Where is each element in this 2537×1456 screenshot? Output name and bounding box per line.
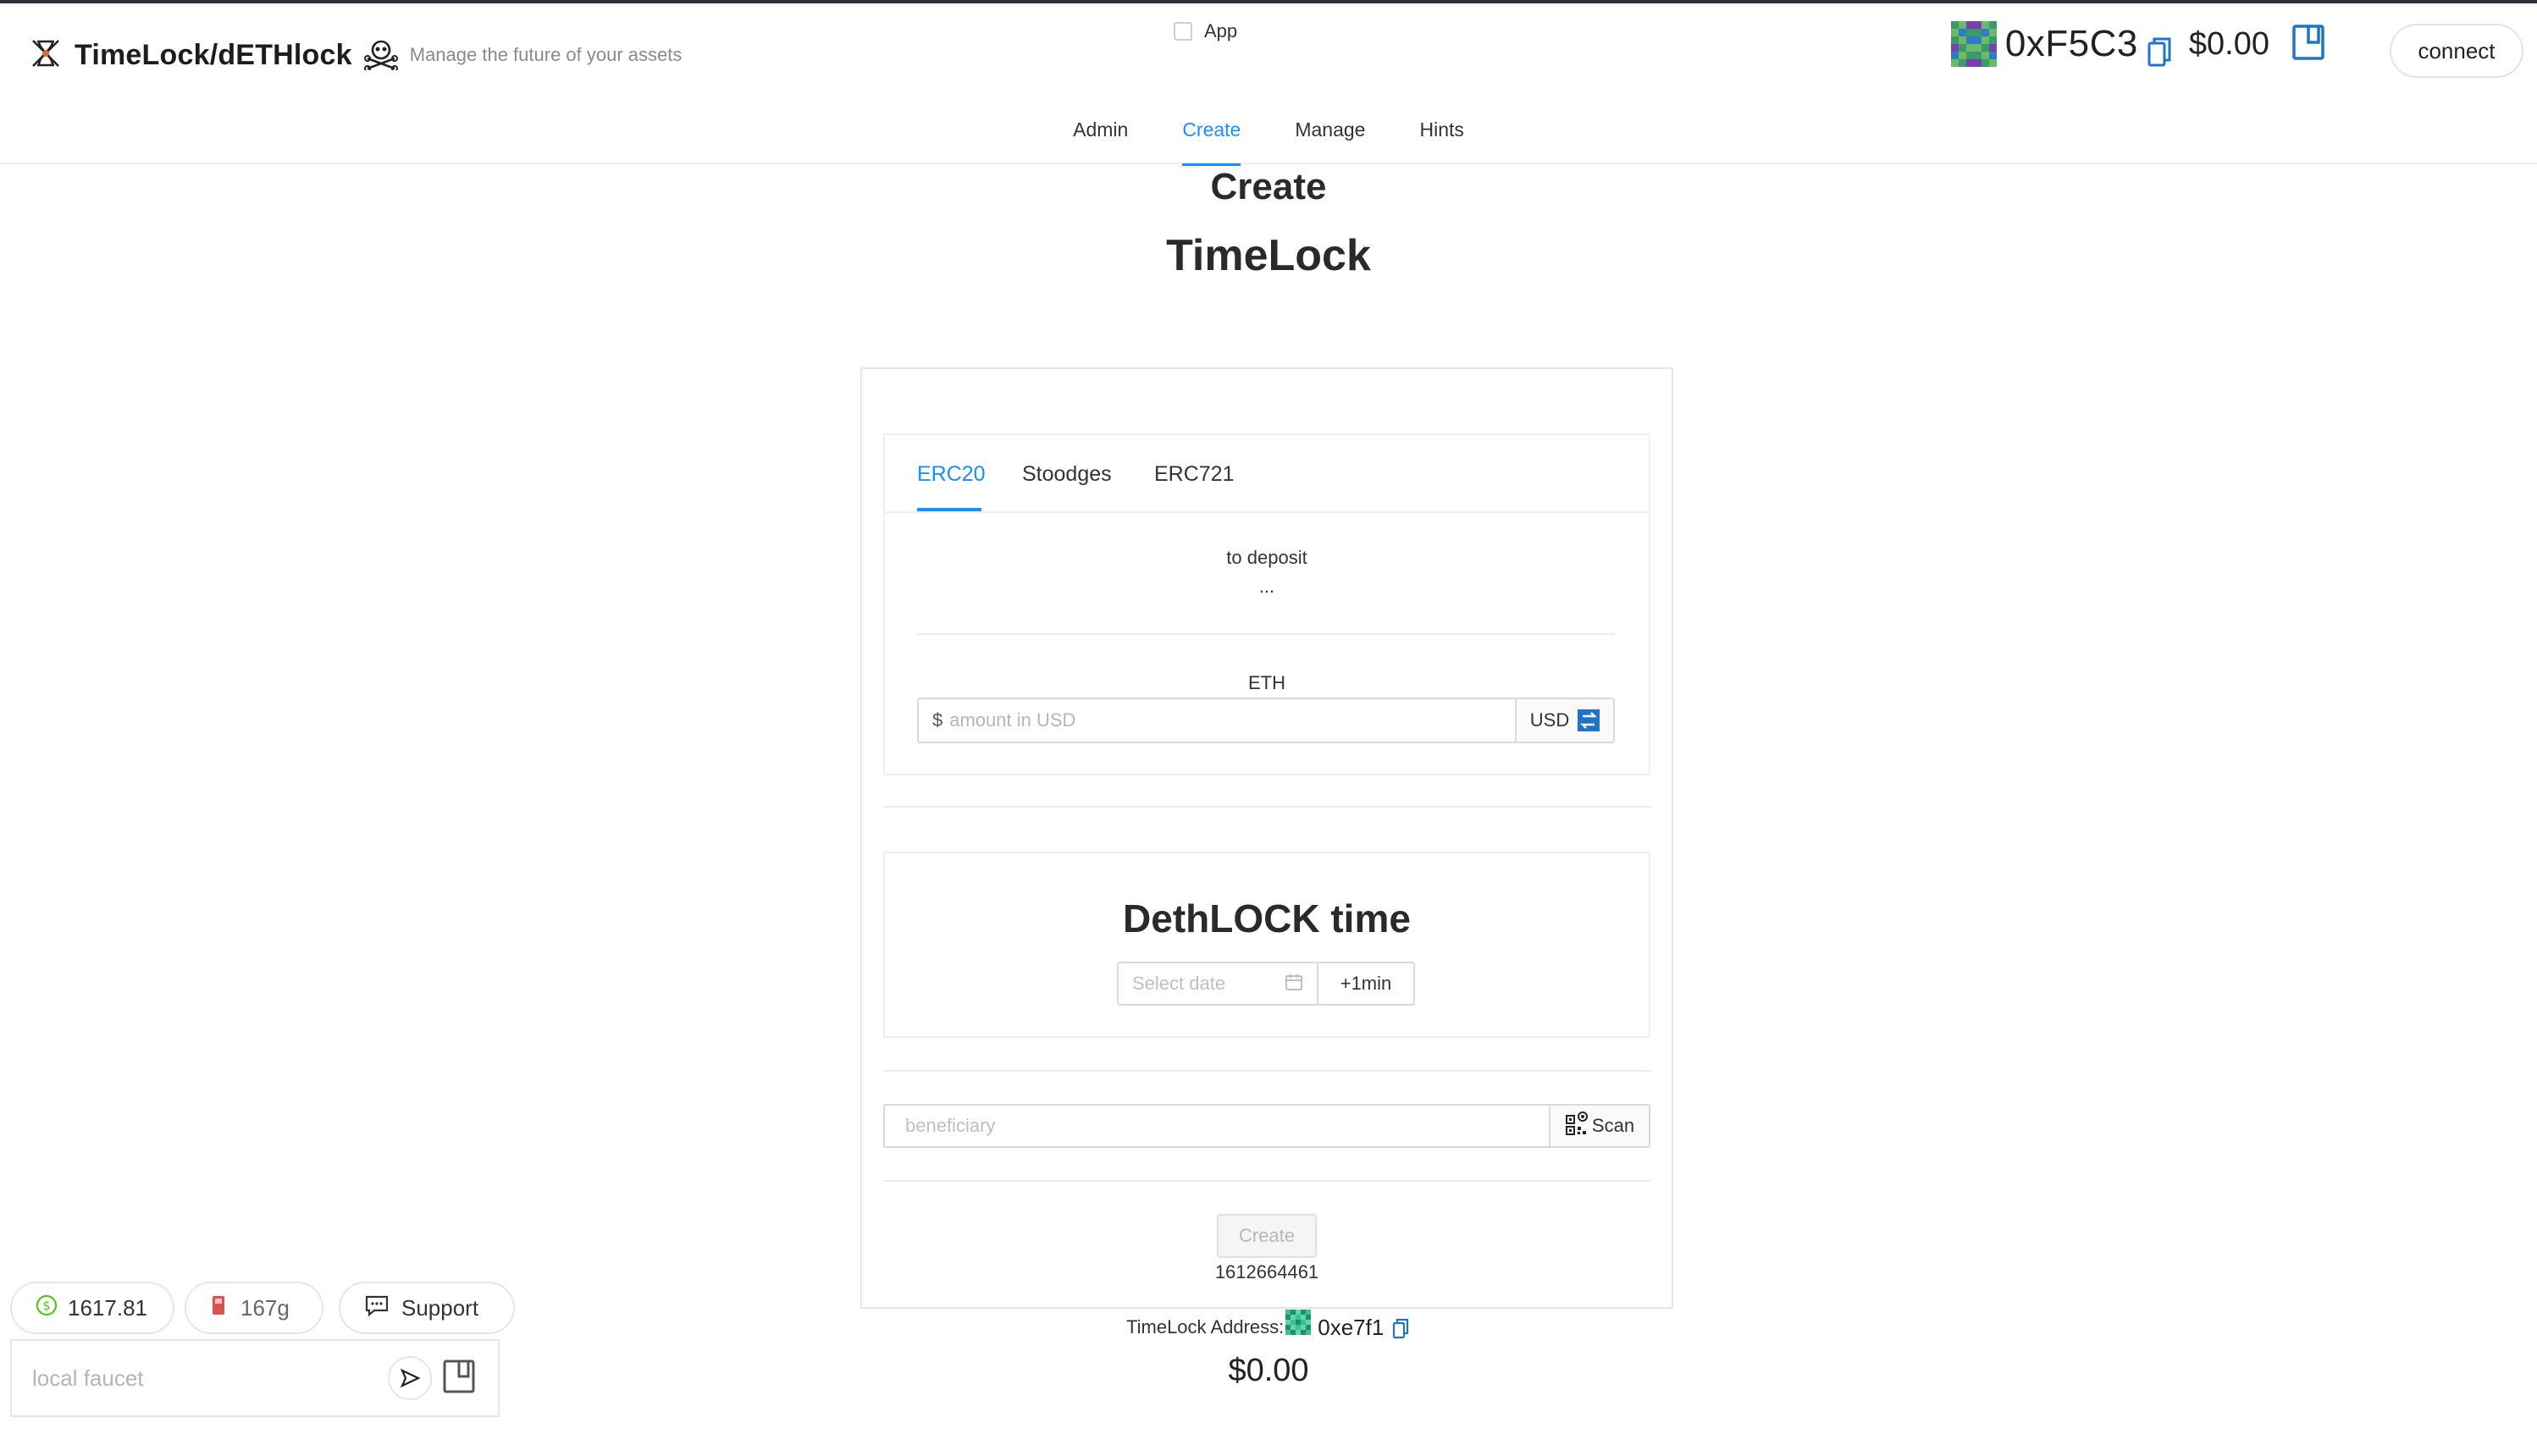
add-minute-button[interactable]: +1min [1317,962,1415,1006]
support-label: Support [401,1294,479,1321]
account-display: 0xF5C3 $0.00 [1950,19,2325,69]
eth-price: 1617.81 [68,1294,147,1321]
create-button[interactable]: Create [1217,1214,1317,1258]
copy-icon[interactable] [1392,1317,1409,1343]
skull-crossbones-icon [363,36,398,74]
app-checkbox[interactable] [1174,22,1192,41]
deposit-value: ... [1258,576,1275,597]
faucet-panel: local faucet [10,1339,500,1417]
app-checkbox-label: App [1204,20,1238,41]
app-toggle[interactable]: App [1174,20,1237,42]
account-balance: $0.00 [2188,25,2269,62]
usd-toggle[interactable]: USD [1515,699,1613,742]
gas-price-pill[interactable]: 167g [185,1282,323,1334]
timelock-avatar [1285,1310,1312,1335]
hourglass-cross-icon [29,36,63,74]
calendar-icon [1285,973,1303,995]
divider [883,1070,1650,1072]
tab-admin[interactable]: Admin [1073,113,1128,164]
gas-pump-icon [210,1293,229,1323]
date-picker[interactable]: Select date [1117,962,1318,1006]
divider [883,806,1650,808]
main-nav: Admin Create Manage Hints [0,113,2537,166]
wallet-icon[interactable] [442,1359,476,1398]
account-address: 0xF5C3 [2004,23,2138,64]
lock-time-title: DethLOCK time [1123,896,1411,940]
app-title: TimeLock/dETHlock [75,38,352,71]
gas-price: 167g [240,1294,290,1321]
divider [883,1180,1650,1182]
active-tab-indicator [917,508,981,511]
scan-button[interactable]: Scan [1549,1106,1649,1146]
beneficiary-input[interactable]: beneficiary [885,1106,1549,1146]
timelock-address-value: 0xe7f1 [1318,1314,1385,1340]
timelock-address: TimeLock Address: 0xe7f1 [1126,1309,1409,1346]
faucet-input[interactable]: local faucet [32,1365,388,1392]
amount-placeholder: amount in USD [949,709,1076,731]
send-icon[interactable] [388,1356,432,1400]
scan-label: Scan [1591,1115,1635,1136]
tab-create[interactable]: Create [1182,113,1241,166]
amount-input-group: $ amount in USD USD [917,698,1615,743]
divider [917,633,1615,635]
qr-code-icon [1565,1111,1589,1141]
svg-text:$: $ [42,1298,51,1313]
account-avatar [1950,21,1997,67]
app-subtitle: Manage the future of your assets [409,44,683,65]
eth-price-pill[interactable]: $ 1617.81 [10,1282,174,1334]
token-label: ETH [1248,672,1285,693]
swap-icon[interactable] [1578,709,1600,731]
tab-hints[interactable]: Hints [1419,113,1463,164]
page-title: Create [1210,166,1327,207]
date-placeholder: Select date [1132,973,1226,994]
brand: TimeLock/dETHlock Manage the future of y… [29,34,682,76]
timelock-address-label: TimeLock Address: [1126,1316,1285,1337]
amount-input[interactable]: $ amount in USD [919,699,1515,742]
chat-icon [364,1294,390,1322]
deposit-label: to deposit [1226,547,1307,568]
page-subtitle: TimeLock [1166,231,1371,280]
tab-manage[interactable]: Manage [1295,113,1365,164]
connect-button[interactable]: connect [2390,24,2523,78]
current-timestamp: 1612664461 [1214,1261,1319,1282]
tab-erc721[interactable]: ERC721 [1154,462,1235,487]
support-button[interactable]: Support [339,1282,515,1334]
wallet-icon[interactable] [2291,24,2325,65]
dollar-icon: $ [36,1294,58,1322]
asset-tabs: ERC20 Stoodges ERC721 [883,433,1650,513]
tab-stoodges[interactable]: Stoodges [1022,462,1112,487]
tab-erc20[interactable]: ERC20 [917,462,986,487]
dollar-prefix: $ [932,709,943,731]
beneficiary-input-group: beneficiary Scan [883,1104,1650,1148]
copy-icon[interactable] [2147,35,2172,69]
top-border [0,0,2537,3]
usd-label: USD [1529,709,1570,731]
lock-time-panel [883,852,1650,1038]
